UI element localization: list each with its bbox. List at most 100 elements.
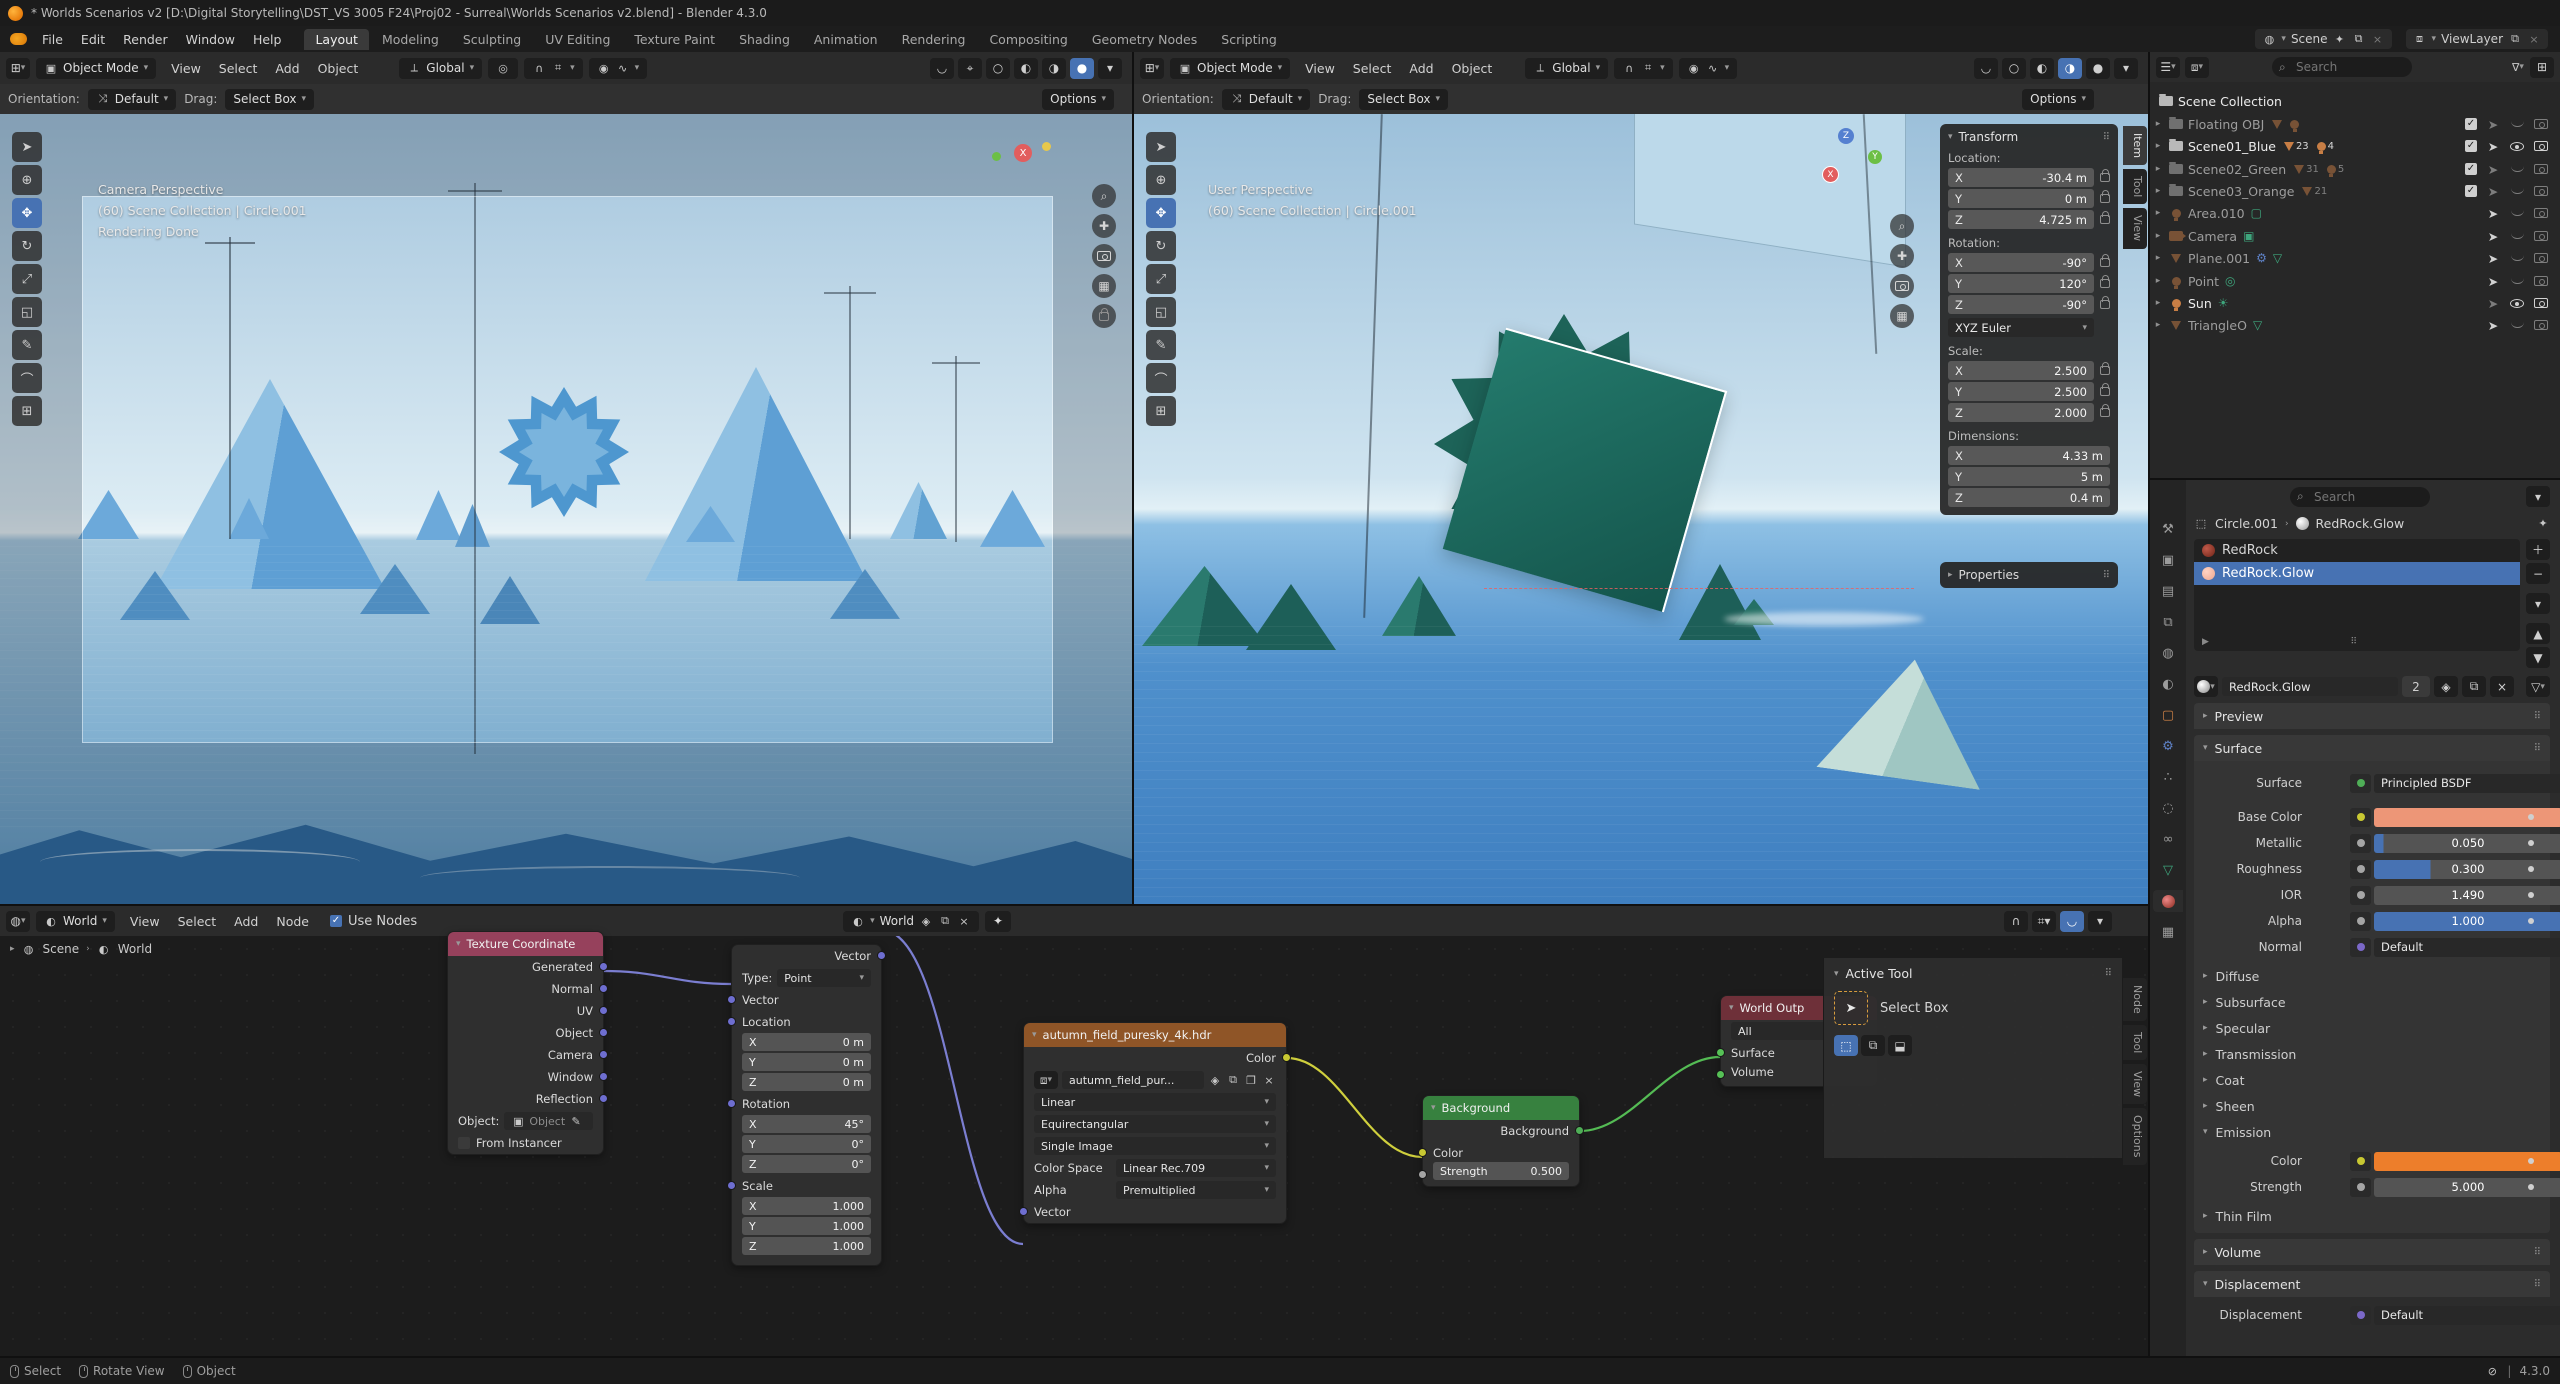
animate-dot[interactable] — [2528, 840, 2534, 846]
color-input-socket[interactable]: Color — [1423, 1142, 1579, 1164]
expand-icon[interactable]: ▸ — [2150, 119, 2166, 129]
axis-x-dot[interactable]: X — [1014, 144, 1032, 162]
workspace-tab[interactable]: Modeling — [371, 29, 450, 50]
perspective-icon[interactable]: ▦ — [1890, 304, 1914, 328]
workspace-tab[interactable]: Texture Paint — [623, 29, 726, 50]
exclude-checkbox[interactable]: ✓ — [2465, 185, 2477, 197]
animate-dot[interactable] — [2528, 1158, 2534, 1164]
measure-tool[interactable]: ⌒ — [1146, 363, 1176, 393]
from-instancer-row[interactable]: From Instancer — [448, 1132, 603, 1154]
lock-icon[interactable] — [2100, 258, 2110, 267]
unlink-image-icon[interactable]: × — [1262, 1073, 1276, 1087]
new-viewlayer-icon[interactable]: ⧉ — [2508, 32, 2522, 46]
breadcrumb-object[interactable]: Circle.001 — [2215, 516, 2278, 531]
snap-dropdown[interactable]: ∩⌗▾ — [1614, 58, 1673, 79]
unlink-world-icon[interactable]: × — [957, 914, 971, 928]
scale-field[interactable]: X2.500 — [1948, 361, 2094, 380]
preview-panel-header[interactable]: ▸Preview⠿ — [2194, 703, 2550, 729]
background-output-socket[interactable]: Background — [1423, 1120, 1579, 1142]
remove-slot-button[interactable]: − — [2526, 563, 2550, 584]
outliner-row[interactable]: ▸ Area.010▢ ➤ — [2150, 202, 2560, 224]
outliner-row[interactable]: ▸ Scene02_Green 31 5 ✓ ➤ — [2150, 158, 2560, 180]
vector-input-socket[interactable]: Vector — [1024, 1201, 1286, 1223]
snap-mode-icon[interactable]: ⌗▾ — [2032, 911, 2056, 932]
tab-constraints[interactable]: ∞ — [2153, 828, 2183, 850]
transform-orientation-dropdown[interactable]: ⟂Global▾ — [399, 58, 482, 79]
new-scene-icon[interactable]: ⧉ — [2352, 32, 2366, 46]
select-mode-extend-button[interactable]: ⧉ — [1861, 1035, 1885, 1056]
hide-icon[interactable] — [2508, 322, 2526, 328]
node-output-socket[interactable]: Normal — [448, 978, 603, 1000]
node-header[interactable]: ▾Background — [1423, 1096, 1579, 1120]
node-sidebar-tab[interactable]: Node — [2123, 978, 2147, 1021]
panel-grip-icon[interactable]: ⠿ — [2103, 132, 2110, 143]
orientation-dropdown[interactable]: ⤨Default▾ — [88, 89, 176, 110]
tab-tool[interactable]: ⚒ — [2153, 518, 2183, 540]
interpolation-dropdown[interactable]: Linear▾ — [1034, 1093, 1276, 1111]
normal-field[interactable]: Default — [2374, 938, 2560, 957]
delete-viewlayer-icon[interactable]: × — [2527, 32, 2541, 46]
exclude-checkbox[interactable]: ✓ — [2465, 140, 2477, 152]
lock-icon[interactable] — [2100, 366, 2110, 375]
axis-z-dot[interactable]: Z — [1838, 128, 1854, 144]
displacement-panel-header[interactable]: ▾Displacement⠿ — [2194, 1271, 2550, 1297]
shading-wireframe-icon[interactable]: ○ — [2002, 58, 2026, 79]
displacement-field[interactable]: Default — [2374, 1306, 2560, 1325]
axis-dot[interactable] — [1042, 142, 1051, 151]
editor-type-icon[interactable]: ⊞▾ — [1140, 58, 1164, 79]
tab-modifiers[interactable]: ⚙ — [2153, 735, 2183, 757]
dimension-field[interactable]: X4.33 m — [1948, 446, 2110, 465]
texture-coordinate-node[interactable]: ▾Texture Coordinate GeneratedNormalUVObj… — [447, 931, 604, 1155]
node-menu-item[interactable]: Select — [169, 914, 226, 929]
background-node[interactable]: ▾Background Background Color Strength0.5… — [1422, 1095, 1580, 1187]
annotate-tool[interactable]: ✎ — [12, 330, 42, 360]
move-tool[interactable]: ✥ — [1146, 198, 1176, 228]
location-field[interactable]: X-30.4 m — [1948, 168, 2094, 187]
tab-particles[interactable]: ∴ — [2153, 766, 2183, 788]
tab-data[interactable]: ▽ — [2153, 859, 2183, 881]
scene-selector[interactable]: ◍▾ Scene ✦ ⧉ × — [2255, 29, 2391, 49]
world-datablock-selector[interactable]: ◐▾World◈⧉× — [843, 911, 979, 932]
navigation-gizmo[interactable]: X — [990, 132, 1110, 178]
expand-icon[interactable]: ▸ — [2150, 253, 2166, 263]
viewport-menu-item[interactable]: Object — [1443, 61, 1502, 76]
selectable-icon[interactable]: ➤ — [2484, 229, 2502, 244]
render-visibility-icon[interactable] — [2532, 276, 2550, 286]
rotation-field[interactable]: Z-90° — [1948, 295, 2094, 314]
tab-material[interactable] — [2153, 890, 2183, 912]
zoom-icon[interactable]: ⌕ — [1890, 214, 1914, 238]
workspace-tab[interactable]: Layout — [304, 29, 369, 50]
subsection-header[interactable]: ▸Coat — [2194, 1067, 2550, 1093]
scale-tool[interactable]: ⤢ — [12, 264, 42, 294]
editor-type-icon[interactable]: ☰▾ — [2156, 57, 2180, 78]
pin-icon[interactable]: ✦ — [985, 911, 1011, 932]
blender-menu-icon[interactable] — [10, 33, 27, 45]
viewport-menu-item[interactable]: Select — [1344, 61, 1401, 76]
unlink-material-icon[interactable]: × — [2490, 676, 2514, 697]
hide-icon[interactable] — [2508, 255, 2526, 261]
selectable-icon[interactable]: ➤ — [2484, 162, 2502, 177]
workspace-tab[interactable]: Compositing — [978, 29, 1078, 50]
fake-user-icon[interactable]: ◈ — [1208, 1073, 1222, 1087]
overlays-dropdown-icon[interactable]: ▾ — [2088, 911, 2112, 932]
hide-icon[interactable] — [2508, 121, 2526, 127]
mapping-field[interactable]: Z0 m — [742, 1073, 871, 1091]
vector-output-socket[interactable]: Vector — [732, 945, 881, 967]
exclude-checkbox[interactable]: ✓ — [2465, 163, 2477, 175]
subsection-header[interactable]: ▸Sheen — [2194, 1093, 2550, 1119]
use-nodes-toggle[interactable]: ✓Use Nodes — [330, 914, 417, 929]
move-slot-down-button[interactable]: ▼ — [2526, 647, 2550, 668]
subsection-header[interactable]: ▸Specular — [2194, 1015, 2550, 1041]
delete-scene-icon[interactable]: × — [2371, 32, 2385, 46]
sidebar-tab[interactable]: Item — [2123, 126, 2147, 165]
shader-type-dropdown[interactable]: ◐World▾ — [36, 911, 115, 932]
animate-dot[interactable] — [2528, 1184, 2534, 1190]
cursor-tool[interactable]: ⊕ — [12, 165, 42, 195]
volume-panel-header[interactable]: ▸Volume⠿ — [2194, 1239, 2550, 1265]
strength-input-socket[interactable]: Strength0.500 — [1423, 1164, 1579, 1186]
object-picker-field[interactable]: ▣Object✎ — [504, 1112, 593, 1130]
mapping-field[interactable]: Y1.000 — [742, 1217, 871, 1235]
location-input-socket[interactable]: Location — [732, 1011, 881, 1033]
mapping-field[interactable]: X0 m — [742, 1033, 871, 1051]
zoom-icon[interactable]: ⌕ — [1092, 184, 1116, 208]
